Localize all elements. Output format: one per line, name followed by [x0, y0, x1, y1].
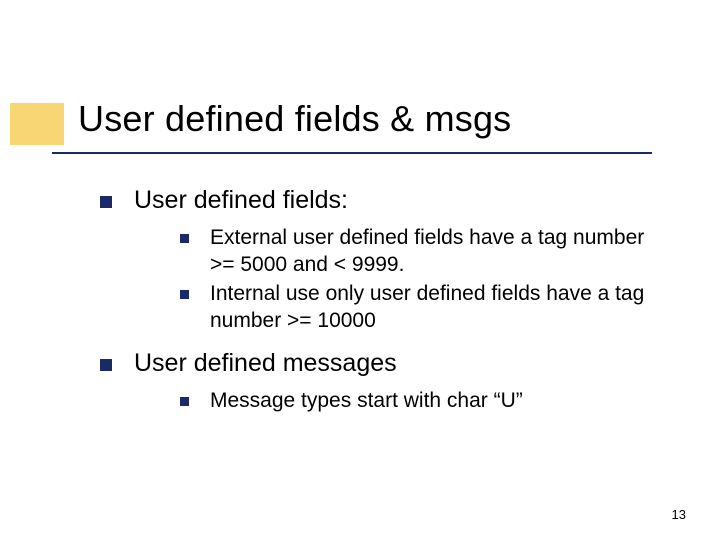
level2-list: External user defined fields have a tag …: [180, 225, 660, 335]
square-bullet-icon: [180, 397, 189, 406]
square-bullet-icon: [180, 290, 189, 299]
square-bullet-icon: [100, 196, 112, 208]
title-accent-block: [10, 103, 64, 145]
slide-title: User defined fields & msgs: [78, 98, 511, 140]
section-heading-text: User defined messages: [134, 349, 397, 377]
square-bullet-icon: [100, 359, 112, 371]
level1-list: User defined fields: External user defin…: [100, 186, 660, 414]
list-item: External user defined fields have a tag …: [180, 225, 660, 279]
list-item: Message types start with char “U”: [180, 388, 660, 415]
slide-content: User defined fields: External user defin…: [100, 186, 660, 428]
list-item-text: Message types start with char “U”: [210, 389, 523, 412]
list-item: Internal use only user defined fields ha…: [180, 281, 660, 335]
level2-list: Message types start with char “U”: [180, 388, 660, 415]
square-bullet-icon: [180, 234, 189, 243]
list-item-text: External user defined fields have a tag …: [210, 226, 644, 276]
section-heading: User defined messages Message types star…: [100, 349, 660, 415]
title-underline: [52, 152, 652, 154]
list-item-text: Internal use only user defined fields ha…: [210, 282, 644, 332]
section-heading: User defined fields: External user defin…: [100, 186, 660, 335]
section-heading-text: User defined fields:: [134, 186, 348, 214]
page-number: 13: [672, 507, 686, 522]
